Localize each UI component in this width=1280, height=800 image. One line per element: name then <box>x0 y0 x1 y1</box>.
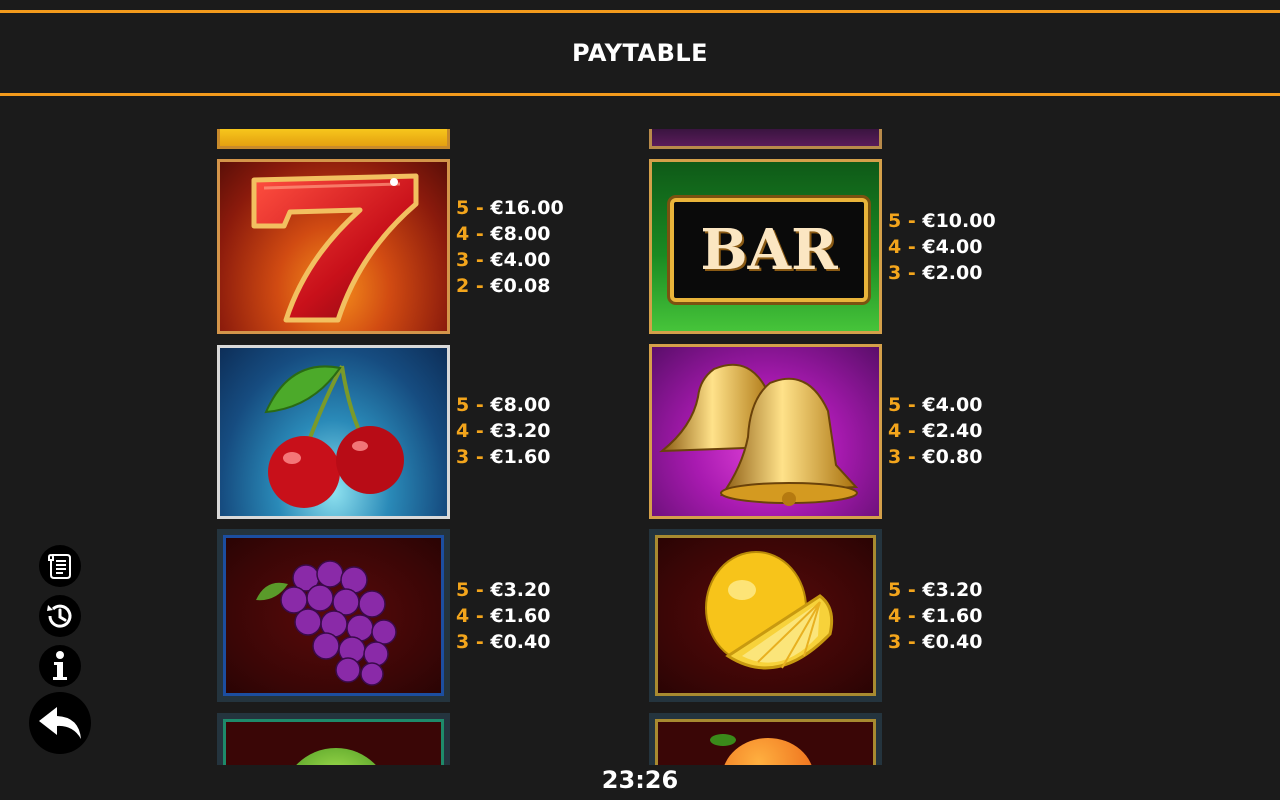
payout-row: 4 - €1.60 <box>456 605 551 627</box>
payout-row: 4 - €8.00 <box>456 223 551 245</box>
payout-row: 3 - €1.60 <box>456 446 551 468</box>
symbol-grape <box>217 529 450 702</box>
bell-icon <box>659 363 859 506</box>
payout-row: 5 - €4.00 <box>888 394 983 416</box>
symbol-seven <box>217 159 450 334</box>
payout-row: 4 - €3.20 <box>456 420 551 442</box>
payout-row: 3 - €0.80 <box>888 446 983 468</box>
watermelon-icon <box>281 748 391 765</box>
payout-row: 4 - €1.60 <box>888 605 983 627</box>
payout-row: 3 - €4.00 <box>456 249 551 271</box>
bar-label: BAR <box>700 217 838 283</box>
clock: 23:26 <box>601 766 679 794</box>
page-title: PAYTABLE <box>571 39 709 67</box>
cherry-icon <box>264 365 404 508</box>
info-button[interactable] <box>39 645 81 687</box>
payout-row: 4 - €4.00 <box>888 236 983 258</box>
seven-payouts: 5 - €16.00 4 - €8.00 3 - €4.00 2 - €0.08 <box>456 195 564 299</box>
payout-row: 5 - €8.00 <box>456 394 551 416</box>
history-button[interactable] <box>39 595 81 637</box>
symbol-bell <box>649 344 882 519</box>
lemon-payouts: 5 - €3.20 4 - €1.60 3 - €0.40 <box>888 577 982 655</box>
payout-row: 5 - €3.20 <box>888 579 983 601</box>
symbol-orange-partial <box>649 713 882 765</box>
paytable-scroll-area[interactable]: 5 - €16.00 4 - €8.00 3 - €4.00 2 - €0.08… <box>0 99 1280 765</box>
orange-icon <box>722 738 814 765</box>
payout-row: 5 - €16.00 <box>456 197 564 219</box>
symbol-partial-top-right <box>649 129 882 149</box>
back-button[interactable] <box>29 692 91 754</box>
info-icon <box>53 651 67 680</box>
bar-payouts: 5 - €10.00 4 - €4.00 3 - €2.00 <box>888 208 996 286</box>
payout-row: 3 - €0.40 <box>888 631 983 653</box>
symbol-bar: BAR <box>649 159 882 334</box>
payout-row: 2 - €0.08 <box>456 275 551 297</box>
symbol-lemon <box>649 529 882 702</box>
paytable-header: PAYTABLE <box>0 10 1280 96</box>
payout-row: 4 - €2.40 <box>888 420 983 442</box>
payout-row: 3 - €0.40 <box>456 631 551 653</box>
rules-button[interactable] <box>39 545 81 587</box>
seven-icon <box>251 173 419 323</box>
symbol-watermelon-partial <box>217 713 450 765</box>
payout-row: 5 - €3.20 <box>456 579 551 601</box>
bell-payouts: 5 - €4.00 4 - €2.40 3 - €0.80 <box>888 392 982 470</box>
rules-icon <box>48 553 71 579</box>
cherry-payouts: 5 - €8.00 4 - €3.20 3 - €1.60 <box>456 392 550 470</box>
history-icon <box>47 604 72 628</box>
bar-icon: BAR <box>670 198 868 302</box>
back-arrow-icon <box>39 707 81 739</box>
payout-row: 5 - €10.00 <box>888 210 996 232</box>
grape-payouts: 5 - €3.20 4 - €1.60 3 - €0.40 <box>456 577 550 655</box>
payout-row: 3 - €2.00 <box>888 262 983 284</box>
symbol-partial-top-left <box>217 129 450 149</box>
symbol-cherry <box>217 345 450 519</box>
lemon-icon <box>705 551 834 670</box>
grape-icon <box>256 560 397 686</box>
